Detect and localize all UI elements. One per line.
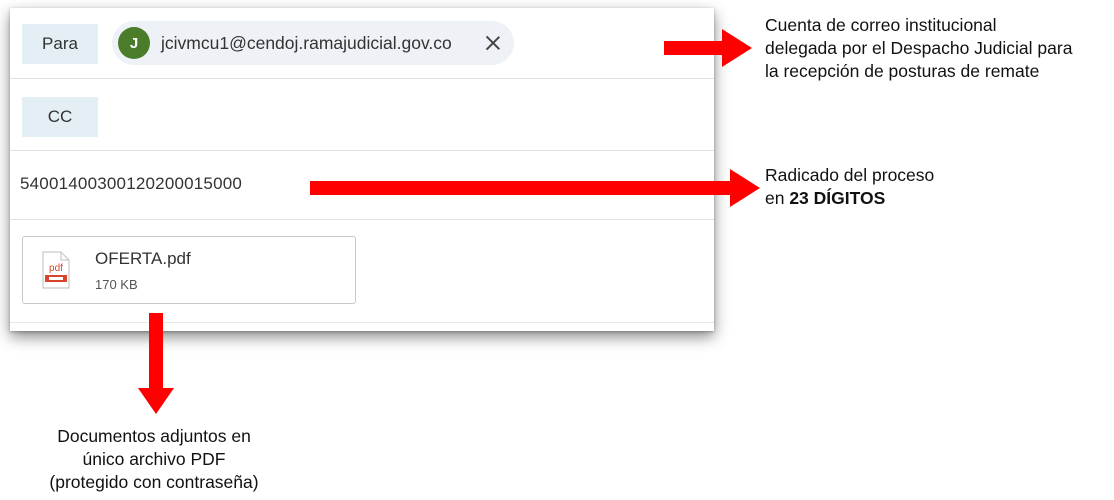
attachment-name: OFERTA.pdf xyxy=(95,249,191,268)
attachment-note-line: (protegido con contraseña) xyxy=(49,472,259,492)
pdf-icon-label: pdf xyxy=(49,263,63,274)
attachment-note: Documentos adjuntos en único archivo PDF… xyxy=(18,425,290,494)
recipient-note-line: delegada por el Despacho Judicial para xyxy=(765,38,1073,58)
cc-button[interactable]: CC xyxy=(22,97,98,137)
subject-note-line2: en 23 DÍGITOS xyxy=(765,187,934,210)
subject-field[interactable]: 54001400300120200015000 xyxy=(20,174,242,194)
subject-note-bold: 23 DÍGITOS xyxy=(789,188,886,208)
recipient-arrow xyxy=(664,29,752,67)
recipient-note-line: Cuenta de correo institucional xyxy=(765,15,997,35)
subject-note-prefix: en xyxy=(765,188,790,208)
recipient-chip[interactable]: J jcivmcu1@cendoj.ramajudicial.gov.co xyxy=(112,21,514,65)
pdf-file-icon: pdf xyxy=(42,251,70,289)
attachment-note-line: único archivo PDF xyxy=(82,449,226,469)
subject-note: Radicado del proceso en 23 DÍGITOS xyxy=(765,164,934,210)
email-compose-panel: Para J jcivmcu1@cendoj.ramajudicial.gov.… xyxy=(10,8,714,331)
recipient-note-line: la recepción de posturas de remate xyxy=(765,61,1040,81)
attachment-size: 170 KB xyxy=(95,277,138,292)
to-button[interactable]: Para xyxy=(22,24,98,64)
attachment-arrow xyxy=(138,313,174,414)
recipient-email: jcivmcu1@cendoj.ramajudicial.gov.co xyxy=(161,32,452,53)
attachment-card[interactable]: pdf OFERTA.pdf 170 KB xyxy=(22,236,356,304)
attachments-row: pdf OFERTA.pdf 170 KB xyxy=(10,219,714,323)
cc-row: CC xyxy=(10,78,714,151)
close-icon[interactable] xyxy=(484,34,502,52)
avatar: J xyxy=(118,27,150,59)
subject-arrow xyxy=(310,169,760,207)
to-row: Para J jcivmcu1@cendoj.ramajudicial.gov.… xyxy=(10,8,714,79)
subject-note-line1: Radicado del proceso xyxy=(765,165,935,185)
attachment-note-line: Documentos adjuntos en xyxy=(57,426,251,446)
recipient-note: Cuenta de correo institucional delegada … xyxy=(765,14,1072,83)
